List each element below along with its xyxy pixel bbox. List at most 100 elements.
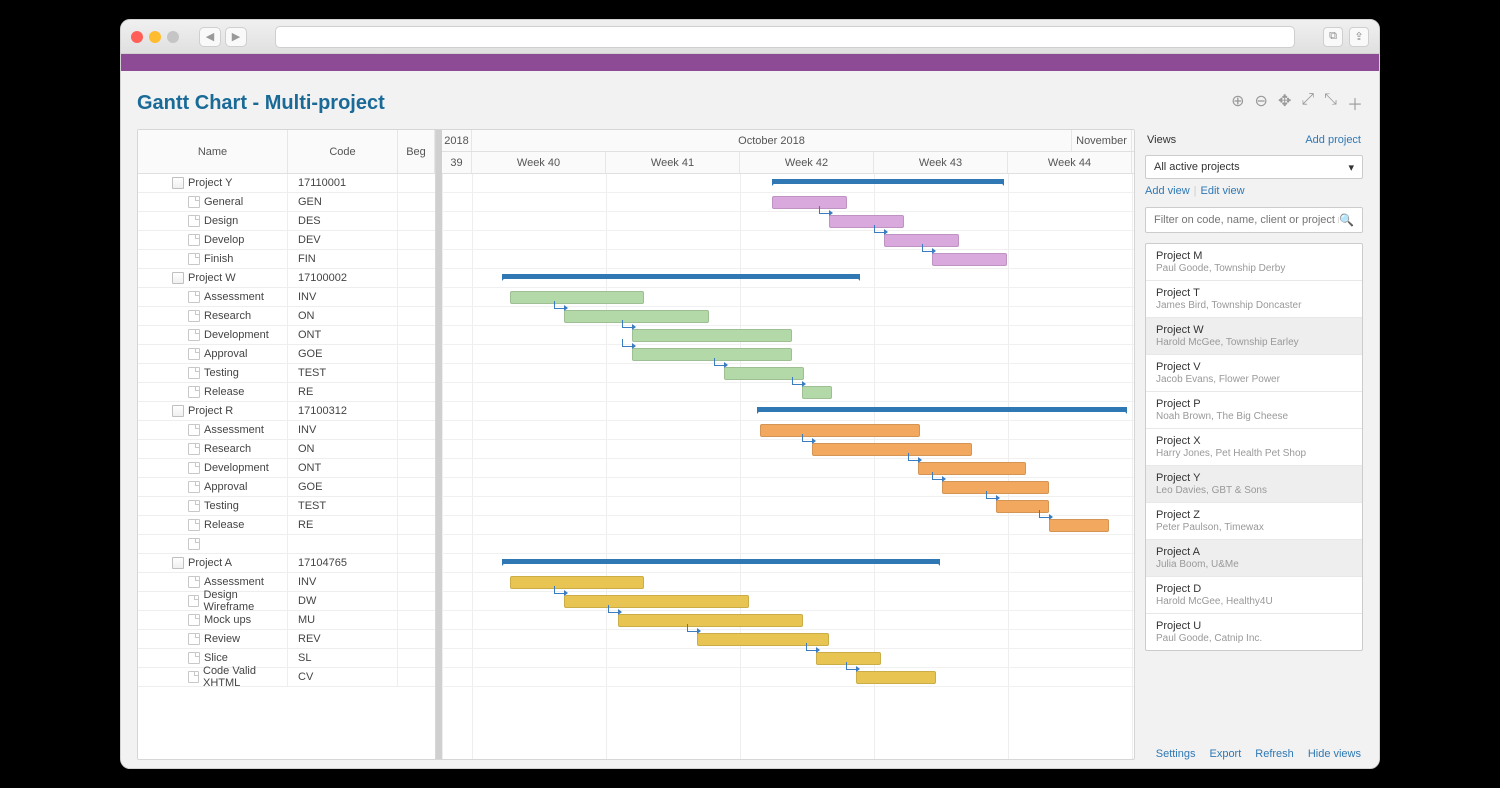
- forward-button[interactable]: ▶: [225, 27, 247, 47]
- refresh-link[interactable]: Refresh: [1255, 748, 1294, 760]
- grid-task-row[interactable]: ReviewREV: [138, 630, 435, 649]
- project-list-item[interactable]: Project MPaul Goode, Township Derby: [1146, 244, 1362, 281]
- row-code: MU: [288, 611, 398, 629]
- grid-task-row[interactable]: Mock upsMU: [138, 611, 435, 630]
- task-bar[interactable]: [564, 310, 709, 323]
- grid-task-row[interactable]: Code Valid XHTMLCV: [138, 668, 435, 687]
- export-link[interactable]: Export: [1209, 748, 1241, 760]
- row-name: Slice: [204, 652, 228, 664]
- project-list-item[interactable]: Project WHarold McGee, Township Earley: [1146, 318, 1362, 355]
- task-bar[interactable]: [564, 595, 749, 608]
- back-button[interactable]: ◀: [199, 27, 221, 47]
- grid-task-row[interactable]: Design WireframeDW: [138, 592, 435, 611]
- timeline[interactable]: 2018October 2018November 39Week 40Week 4…: [442, 130, 1134, 759]
- project-list-item[interactable]: Project TJames Bird, Township Doncaster: [1146, 281, 1362, 318]
- grid-project-row[interactable]: Project Y17110001: [138, 174, 435, 193]
- week-header[interactable]: Week 43: [874, 152, 1008, 173]
- grid-task-row[interactable]: ReleaseRE: [138, 383, 435, 402]
- grid-task-row[interactable]: ResearchON: [138, 440, 435, 459]
- settings-link[interactable]: Settings: [1156, 748, 1196, 760]
- grid-task-row[interactable]: GeneralGEN: [138, 193, 435, 212]
- task-bar[interactable]: [1049, 519, 1109, 532]
- grid-task-row[interactable]: DesignDES: [138, 212, 435, 231]
- file-icon: [188, 329, 200, 341]
- hide-views-link[interactable]: Hide views: [1308, 748, 1361, 760]
- grid-header-code[interactable]: Code: [288, 130, 398, 173]
- week-header[interactable]: Week 42: [740, 152, 874, 173]
- grid-task-row[interactable]: AssessmentINV: [138, 421, 435, 440]
- grid-project-row[interactable]: Project R17100312: [138, 402, 435, 421]
- task-bar[interactable]: [772, 196, 847, 209]
- zoom-in-icon[interactable]: ⊕: [1231, 91, 1244, 115]
- project-list-item[interactable]: Project ZPeter Paulson, Timewax: [1146, 503, 1362, 540]
- tabs-icon[interactable]: ⧉: [1323, 27, 1343, 47]
- task-bar[interactable]: [618, 614, 803, 627]
- filter-input-field[interactable]: [1154, 214, 1339, 226]
- grid-task-row[interactable]: ApprovalGOE: [138, 345, 435, 364]
- views-select[interactable]: All active projects ▾: [1145, 155, 1363, 179]
- grid-task-row[interactable]: TestingTEST: [138, 364, 435, 383]
- week-header[interactable]: Week 40: [472, 152, 606, 173]
- week-header[interactable]: 39: [442, 152, 472, 173]
- grid-task-row[interactable]: AssessmentINV: [138, 288, 435, 307]
- task-bar[interactable]: [932, 253, 1007, 266]
- grid-task-row[interactable]: TestingTEST: [138, 497, 435, 516]
- week-header[interactable]: Week 41: [606, 152, 740, 173]
- address-bar[interactable]: [275, 26, 1295, 48]
- search-icon[interactable]: 🔍: [1339, 213, 1354, 227]
- grid-task-row[interactable]: ResearchON: [138, 307, 435, 326]
- grid-task-row[interactable]: DevelopDEV: [138, 231, 435, 250]
- task-bar[interactable]: [856, 671, 936, 684]
- add-project-link[interactable]: Add project: [1305, 134, 1361, 146]
- task-bar[interactable]: [802, 386, 832, 399]
- project-list-item[interactable]: Project DHarold McGee, Healthy4U: [1146, 577, 1362, 614]
- grid-header-name[interactable]: Name: [138, 130, 288, 173]
- grid-project-row[interactable]: Project A17104765: [138, 554, 435, 573]
- minimize-icon[interactable]: [149, 31, 161, 43]
- grid-task-row[interactable]: FinishFIN: [138, 250, 435, 269]
- expand-icon[interactable]: ⤢: [1301, 91, 1314, 115]
- task-bar[interactable]: [632, 348, 792, 361]
- filter-input[interactable]: 🔍: [1145, 207, 1363, 233]
- share-icon[interactable]: ⇪: [1349, 27, 1369, 47]
- project-bar[interactable]: [772, 179, 1004, 184]
- fullscreen-icon[interactable]: [167, 31, 179, 43]
- task-bar[interactable]: [510, 291, 644, 304]
- project-list-item[interactable]: Project VJacob Evans, Flower Power: [1146, 355, 1362, 392]
- project-bar[interactable]: [502, 559, 940, 564]
- project-bar[interactable]: [757, 407, 1127, 412]
- close-icon[interactable]: [131, 31, 143, 43]
- grid-task-row[interactable]: DevelopmentONT: [138, 326, 435, 345]
- collapse-icon[interactable]: ⤡: [1324, 91, 1337, 115]
- file-icon: [188, 481, 200, 493]
- project-list-item[interactable]: Project UPaul Goode, Catnip Inc.: [1146, 614, 1362, 650]
- row-code: SL: [288, 649, 398, 667]
- timeline-row: [442, 364, 1134, 383]
- grid-project-row[interactable]: Project W17100002: [138, 269, 435, 288]
- project-list-item[interactable]: Project AJulia Boom, U&Me: [1146, 540, 1362, 577]
- grid-task-row[interactable]: DevelopmentONT: [138, 459, 435, 478]
- grid-task-row[interactable]: [138, 535, 435, 554]
- project-list-item[interactable]: Project XHarry Jones, Pet Health Pet Sho…: [1146, 429, 1362, 466]
- grid-task-row[interactable]: ReleaseRE: [138, 516, 435, 535]
- timeline-row: [442, 174, 1134, 193]
- project-list-item[interactable]: Project YLeo Davies, GBT & Sons: [1146, 466, 1362, 503]
- grid-task-row[interactable]: ApprovalGOE: [138, 478, 435, 497]
- task-bar[interactable]: [632, 329, 792, 342]
- edit-view-link[interactable]: Edit view: [1201, 185, 1245, 197]
- task-bar[interactable]: [510, 576, 644, 589]
- timeline-body[interactable]: [442, 174, 1134, 759]
- add-view-link[interactable]: Add view: [1145, 185, 1190, 197]
- project-bar[interactable]: [502, 274, 860, 279]
- task-bar[interactable]: [829, 215, 904, 228]
- pan-icon[interactable]: ✥: [1278, 91, 1291, 115]
- week-header[interactable]: Week 44: [1008, 152, 1132, 173]
- task-bar[interactable]: [760, 424, 920, 437]
- project-list-item[interactable]: Project PNoah Brown, The Big Cheese: [1146, 392, 1362, 429]
- grid-header-beg[interactable]: Beg: [398, 130, 435, 173]
- zoom-out-icon[interactable]: ⊖: [1255, 91, 1268, 115]
- add-icon[interactable]: ＋: [1347, 91, 1363, 115]
- project-name: Project W: [1156, 324, 1352, 336]
- task-bar[interactable]: [812, 443, 972, 456]
- timeline-row: [442, 592, 1134, 611]
